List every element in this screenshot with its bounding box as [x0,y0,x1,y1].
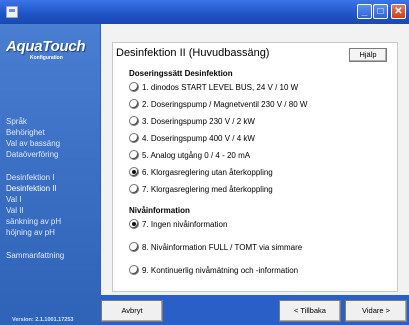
radio-button[interactable] [129,133,139,143]
back-button[interactable]: < Tillbaka [279,300,341,322]
help-button[interactable]: Hjälp [349,48,387,62]
radio-button[interactable] [129,265,139,275]
page-title: Desinfektion II (Huvudbassäng) [116,47,270,59]
sidebar-item-desinfektion-1[interactable]: Desinfektion I [6,172,64,183]
dosing-option-3[interactable]: 3. Doseringspump 230 V / 2 kW [129,115,255,127]
sidebar: AquaTouch Konfiguration Språk Behörighet… [0,24,100,325]
dosing-option-1[interactable]: 1. dinodos START LEVEL BUS, 24 V / 10 W [129,81,298,93]
maximize-button[interactable]: □ [373,4,388,19]
title-bar: _ □ ✕ [0,0,409,24]
radio-button[interactable] [129,99,139,109]
level-option-8[interactable]: 8. Nivåinformation FULL / TOMT via simma… [129,241,302,253]
radio-button[interactable] [129,242,139,252]
radio-button[interactable] [129,116,139,126]
radio-button[interactable] [129,82,139,92]
app-icon [6,6,18,18]
radio-button-selected[interactable] [129,219,139,229]
footer-bar: Avbryt < Tillbaka Vidare > [101,295,409,325]
radio-button-selected[interactable] [129,167,139,177]
dosing-option-4[interactable]: 4. Doseringspump 400 V / 4 kW [129,132,255,144]
logo: AquaTouch [6,38,86,55]
option-label: 7. Ingen nivåinformation [142,219,228,229]
version-label: Version: 2.1.1001.17253 [12,317,74,323]
option-label: 3. Doseringspump 230 V / 2 kW [142,116,255,126]
logo-subtitle: Konfiguration [30,55,63,61]
next-button[interactable]: Vidare > [345,300,407,322]
sidebar-item-behorighet[interactable]: Behörighet [6,127,64,138]
option-label: 7. Klorgasreglering med återkoppling [142,184,273,194]
sidebar-item-val-1[interactable]: Val I [6,194,64,205]
level-section-label: Nivåinformation [129,206,190,215]
dosing-option-7[interactable]: 7. Klorgasreglering med återkoppling [129,183,273,195]
settings-panel: Desinfektion II (Huvudbassäng) Hjälp Dos… [112,42,398,292]
sidebar-item-sammanfattning[interactable]: Sammanfattning [6,250,64,261]
sidebar-nav: Språk Behörighet Val av bassäng Dataöver… [6,116,64,261]
sidebar-item-hojning-ph[interactable]: höjning av pH [6,227,64,238]
dosing-section-label: Doseringssätt Desinfektion [129,69,233,78]
main-content: Desinfektion II (Huvudbassäng) Hjälp Dos… [101,24,409,295]
sidebar-item-val-av-bassang[interactable]: Val av bassäng [6,138,64,149]
radio-button[interactable] [129,150,139,160]
sidebar-item-desinfektion-2[interactable]: Desinfektion II [6,183,64,194]
close-button[interactable]: ✕ [391,4,406,19]
option-label: 4. Doseringspump 400 V / 4 kW [142,133,255,143]
level-option-7[interactable]: 7. Ingen nivåinformation [129,218,227,230]
option-label: 8. Nivåinformation FULL / TOMT via simma… [142,242,303,252]
sidebar-item-dataoverforing[interactable]: Dataöverföring [6,149,64,160]
cancel-button[interactable]: Avbryt [101,300,163,322]
option-label: 2. Doseringspump / Magnetventil 230 V / … [142,99,308,109]
option-label: 6. Klorgasreglering utan återkoppling [142,167,273,177]
dosing-option-2[interactable]: 2. Doseringspump / Magnetventil 230 V / … [129,98,307,110]
option-label: 1. dinodos START LEVEL BUS, 24 V / 10 W [142,82,299,92]
sidebar-item-sprak[interactable]: Språk [6,116,64,127]
level-option-9[interactable]: 9. Kontinuerlig nivåmätning och -informa… [129,264,298,276]
sidebar-item-val-2[interactable]: Val II [6,205,64,216]
sidebar-item-sankning-ph[interactable]: sänkning av pH [6,216,64,227]
dosing-option-6[interactable]: 6. Klorgasreglering utan återkoppling [129,166,273,178]
option-label: 9. Kontinuerlig nivåmätning och -informa… [142,265,299,275]
radio-button[interactable] [129,184,139,194]
minimize-button[interactable]: _ [357,4,372,19]
option-label: 5. Analog utgång 0 / 4 - 20 mA [142,150,251,160]
dosing-option-5[interactable]: 5. Analog utgång 0 / 4 - 20 mA [129,149,250,161]
